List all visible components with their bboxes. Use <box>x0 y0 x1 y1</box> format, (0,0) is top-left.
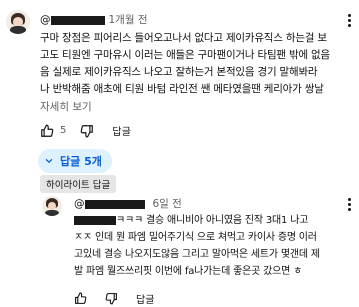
like-count: 5 <box>60 125 67 136</box>
reply-avatar[interactable] <box>42 196 62 216</box>
author-handle[interactable]: @ <box>40 14 51 26</box>
avatar[interactable] <box>6 10 30 34</box>
redacted-username <box>50 15 105 25</box>
highlighted-reply-badge: 하이라이트 답글 <box>40 175 117 193</box>
more-options-icon[interactable] <box>348 14 352 29</box>
comment-line: 구마 장점은 피어리스 들어오고나서 없다고 제이카유직스 하는걸 보 <box>40 32 327 44</box>
reply-line: ㅋㅋㅋ 결승 애니비아 아니였음 진작 3대1 나고 <box>74 212 320 229</box>
reply-line: 발 파엠 뭘즈쓰리핏 이번에 fa나가는데 좋은곳 갔으면 ㅎ <box>74 266 303 277</box>
reply-actions: 답글 <box>74 291 154 306</box>
comment-line: 나 반박해줌 애초에 티원 바텀 라인전 쌘 메타였을땐 케리아가 쌍날 <box>40 83 324 95</box>
comment-header: @1개월 전 <box>40 12 148 27</box>
reply-line: ㅈㅈ 인데 뭔 파엠 밀어주기식 으로 쳐먹고 카이사 증명 이러 <box>74 232 317 243</box>
dislike-icon[interactable] <box>80 124 94 138</box>
show-replies-button[interactable]: 답글 5개 <box>38 149 112 173</box>
reply-header: @6일 전 <box>74 196 182 211</box>
reply-line: 고있네 결승 나오지도않음 그리고 말아먹은 세트가 몇갠데 제 <box>74 249 320 260</box>
read-more-link[interactable]: 자세히 보기 <box>40 99 92 114</box>
redacted-username <box>84 199 145 209</box>
reply-button[interactable]: 답글 <box>136 291 154 306</box>
redacted-mention <box>74 215 116 225</box>
chevron-down-icon <box>45 158 53 164</box>
reply-button[interactable]: 답글 <box>112 123 130 138</box>
show-replies-label: 답글 5개 <box>60 155 102 168</box>
comment-actions: 5 답글 <box>40 123 131 138</box>
reply-more-options-icon[interactable] <box>348 198 352 213</box>
reply-timestamp[interactable]: 6일 전 <box>153 198 182 210</box>
like-icon[interactable] <box>40 124 54 138</box>
comment-line: 고도 티원엔 구마유시 이러는 애들은 구마팬이거나 타팀팬 밖에 없음 <box>40 49 330 61</box>
dislike-icon[interactable] <box>105 292 118 305</box>
like-icon[interactable] <box>74 292 87 305</box>
comment-line: 음 실제로 제이카유직스 나오고 잘하는거 본적있음 경기 말해봐라 <box>40 66 318 78</box>
timestamp[interactable]: 1개월 전 <box>109 14 148 26</box>
comment-body: 구마 장점은 피어리스 들어오고나서 없다고 제이카유직스 하는걸 보 고도 티… <box>40 30 330 98</box>
reply-body: ㅋㅋㅋ 결승 애니비아 아니였음 진작 3대1 나고 ㅈㅈ 인데 뭔 파엠 밀어… <box>74 212 320 280</box>
reply-author-handle[interactable]: @ <box>74 198 85 210</box>
